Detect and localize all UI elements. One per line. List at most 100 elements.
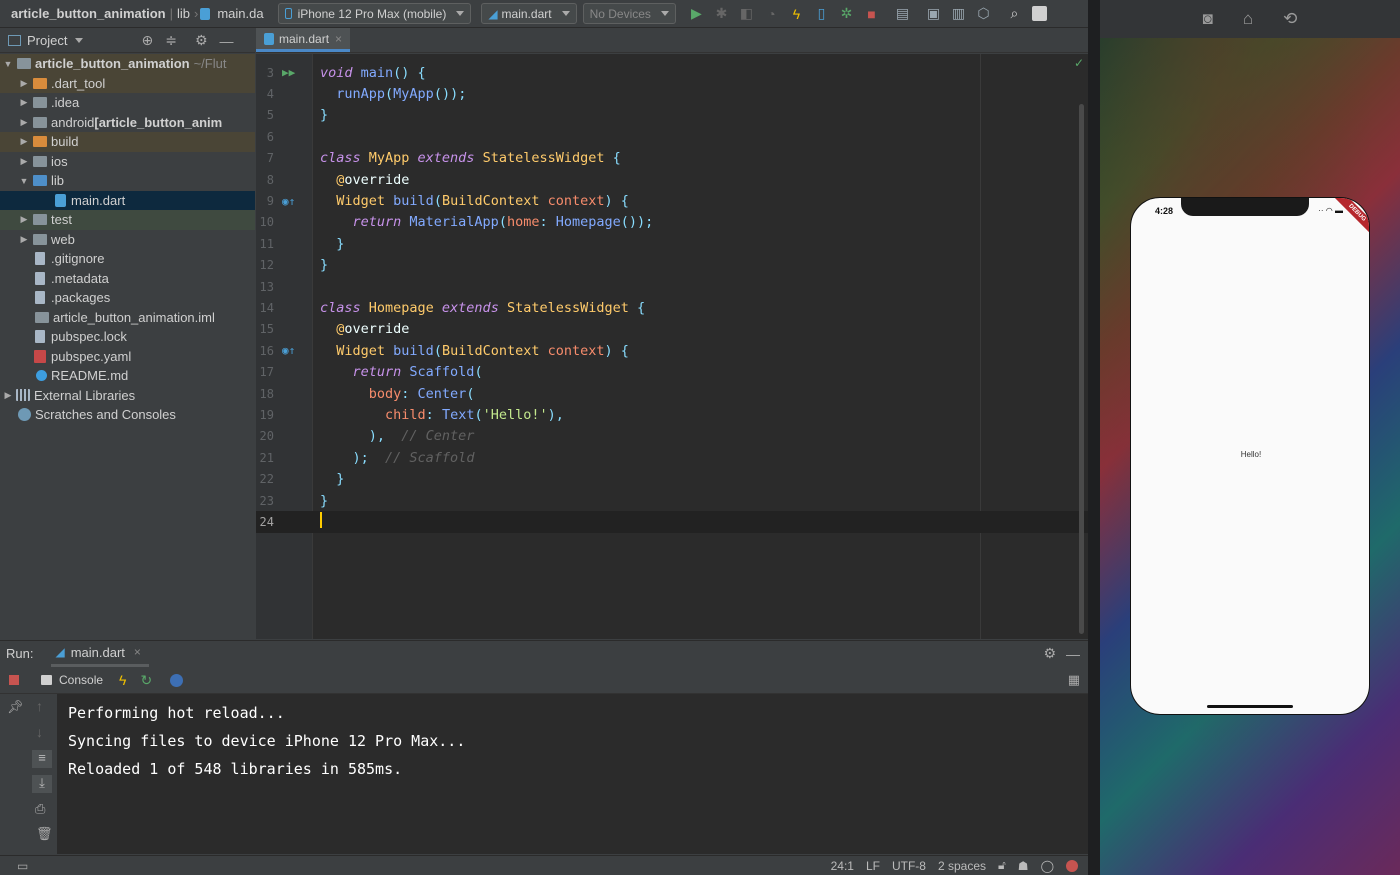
layout-icon[interactable]: ▦ xyxy=(1068,672,1080,688)
project-tree: ▼ article_button_animation ~/Flut ▶ .dart_t… xyxy=(0,54,255,639)
sdk-manager-icon[interactable]: ⬡ xyxy=(971,3,996,25)
user-avatar-icon[interactable] xyxy=(1027,3,1052,25)
tree-item-main-dart[interactable]: main.dart xyxy=(0,190,255,210)
tree-item-packages[interactable]: .packages xyxy=(0,288,255,308)
run-icon[interactable]: ▶ xyxy=(684,3,709,25)
file-encoding[interactable]: UTF-8 xyxy=(892,859,926,873)
camera-icon[interactable]: ◙ xyxy=(1203,9,1213,29)
line-separator[interactable]: LF xyxy=(866,859,880,873)
print-icon[interactable]: ⎙ xyxy=(35,801,45,817)
editor-tab-main-dart[interactable]: main.dart × xyxy=(256,28,351,52)
caret-position[interactable]: 24:1 xyxy=(831,859,854,873)
console-output[interactable]: Performing hot reload... Syncing files t… xyxy=(57,694,1088,854)
tree-item-module: [article_button_anim xyxy=(94,114,223,130)
project-panel-title[interactable]: Project xyxy=(27,33,67,48)
debug-icon[interactable]: ✱ xyxy=(709,3,734,25)
code-editor[interactable]: ✓ 3 ▶▶ void main() { 4 runApp(MyApp()); 5}… xyxy=(256,54,1088,639)
inspector-icon[interactable]: ☗ xyxy=(1018,859,1029,873)
hot-reload-icon[interactable]: ϟ xyxy=(119,672,126,688)
tree-item-scratches[interactable]: Scratches and Consoles xyxy=(0,405,255,425)
expand-arrow-icon[interactable]: ▼ xyxy=(2,59,14,69)
collapse-arrow-icon[interactable]: ▶ xyxy=(18,117,30,128)
collapse-arrow-icon[interactable]: ▶ xyxy=(2,390,14,401)
tree-item-dart-tool[interactable]: ▶ .dart_tool xyxy=(0,73,255,93)
arrow-down-icon[interactable]: ↓ xyxy=(36,724,43,740)
tree-item-lib[interactable]: ▼ lib xyxy=(0,171,255,191)
run-config-selector[interactable]: ◢ main.dart xyxy=(481,3,577,24)
tree-item-android[interactable]: ▶ android [article_button_anim xyxy=(0,113,255,133)
stop-icon[interactable] xyxy=(9,675,19,685)
gear-icon[interactable]: ⚙ xyxy=(1043,645,1056,662)
home-icon[interactable]: ⌂ xyxy=(1243,9,1253,29)
trash-icon[interactable]: 🗑︎ xyxy=(36,826,53,842)
tree-item-pubspec-yaml[interactable]: pubspec.yaml xyxy=(0,347,255,367)
collapse-arrow-icon[interactable]: ▶ xyxy=(18,156,30,167)
hot-restart-icon[interactable]: ▯ xyxy=(809,3,834,25)
close-icon[interactable]: × xyxy=(335,32,342,46)
tree-item-test[interactable]: ▶ test xyxy=(0,210,255,230)
hot-restart-icon[interactable]: ↻ xyxy=(140,672,152,689)
minimize-icon[interactable]: — xyxy=(220,33,234,49)
tree-item-ios[interactable]: ▶ ios xyxy=(0,152,255,172)
debug-banner: DEBUG xyxy=(1332,198,1369,238)
lock-icon[interactable]: 🔓︎ xyxy=(998,858,1006,873)
console-line: Reloaded 1 of 548 libraries in 585ms. xyxy=(68,760,403,778)
locate-file-icon[interactable]: ⊕ xyxy=(141,32,153,49)
collapse-arrow-icon[interactable]: ▶ xyxy=(18,78,30,89)
tree-item-external-libraries[interactable]: ▶ External Libraries xyxy=(0,386,255,406)
chevron-down-icon[interactable] xyxy=(75,38,84,43)
tree-item-pubspec-lock[interactable]: pubspec.lock xyxy=(0,327,255,347)
breadcrumb-lib[interactable]: lib xyxy=(173,6,194,21)
profile-icon[interactable]: ◔ xyxy=(759,3,784,25)
collapse-arrow-icon[interactable]: ▶ xyxy=(18,97,30,108)
devtools-icon[interactable] xyxy=(170,673,184,687)
rotate-icon[interactable]: ⟲ xyxy=(1283,9,1297,29)
collapse-arrow-icon[interactable]: ▶ xyxy=(18,214,30,225)
collapse-arrow-icon[interactable]: ▶ xyxy=(18,136,30,147)
pin-icon[interactable]: 📌︎ xyxy=(7,699,24,715)
console-tab[interactable]: Console xyxy=(59,673,103,687)
close-icon[interactable]: × xyxy=(134,645,141,659)
device-manager-icon[interactable]: ▣ xyxy=(921,3,946,25)
device-selector[interactable]: iPhone 12 Pro Max (mobile) xyxy=(277,3,472,24)
tool-windows-icon[interactable]: ▭ xyxy=(17,859,28,873)
tree-item-readme[interactable]: README.md xyxy=(0,366,255,386)
stop-icon[interactable]: ■ xyxy=(859,3,884,25)
tree-item-iml[interactable]: article_button_animation.iml xyxy=(0,308,255,328)
project-structure-icon[interactable]: ▤ xyxy=(890,3,915,25)
target-device-selector[interactable]: No Devices xyxy=(582,3,676,24)
breadcrumb-file[interactable]: main.da xyxy=(213,6,267,21)
tree-item-label: .packages xyxy=(51,290,111,306)
scroll-to-end-icon[interactable]: ⤓ xyxy=(32,775,52,793)
run-gutter-icon[interactable]: ▶▶ xyxy=(282,66,295,79)
expand-arrow-icon[interactable]: ▼ xyxy=(18,176,30,186)
collapse-all-icon[interactable]: ≑ xyxy=(165,32,177,49)
tree-item-web[interactable]: ▶ web xyxy=(0,230,255,250)
tree-item-gitignore[interactable]: .gitignore xyxy=(0,249,255,269)
minimize-icon[interactable]: — xyxy=(1066,646,1080,662)
override-gutter-icon[interactable]: ◉↑ xyxy=(282,344,295,357)
gear-icon[interactable]: ⚙ xyxy=(195,32,208,49)
tree-item-build[interactable]: ▶ build xyxy=(0,132,255,152)
search-icon[interactable]: ⌕ xyxy=(1002,3,1027,25)
editor-scrollbar[interactable] xyxy=(1079,104,1084,634)
chat-icon[interactable]: ◯ xyxy=(1041,859,1054,873)
collapse-arrow-icon[interactable]: ▶ xyxy=(18,234,30,245)
tree-item-metadata[interactable]: .metadata xyxy=(0,269,255,289)
project-panel-icon xyxy=(8,35,21,46)
attach-debugger-icon[interactable]: ✲ xyxy=(834,3,859,25)
error-icon[interactable] xyxy=(1066,859,1078,872)
override-gutter-icon[interactable]: ◉↑ xyxy=(282,195,295,208)
hot-reload-icon[interactable]: ϟ xyxy=(784,3,809,25)
coverage-icon[interactable]: ◧ xyxy=(734,3,759,25)
breadcrumb-project[interactable]: article_button_animation xyxy=(0,6,170,21)
run-tab-main-dart[interactable]: ◢ main.dart × xyxy=(51,641,149,667)
home-indicator[interactable] xyxy=(1207,705,1293,708)
indent-setting[interactable]: 2 spaces xyxy=(938,859,986,873)
tree-item-root[interactable]: ▼ article_button_animation ~/Flut xyxy=(0,54,255,74)
phone-screen[interactable]: 4:28 ·· ◠ ▬ DEBUG Hello! xyxy=(1130,197,1370,715)
tree-item-idea[interactable]: ▶ .idea xyxy=(0,93,255,113)
arrow-up-icon[interactable]: ↑ xyxy=(36,698,43,714)
device-file-explorer-icon[interactable]: ▥ xyxy=(946,3,971,25)
soft-wrap-icon[interactable]: ≡ xyxy=(32,750,52,768)
